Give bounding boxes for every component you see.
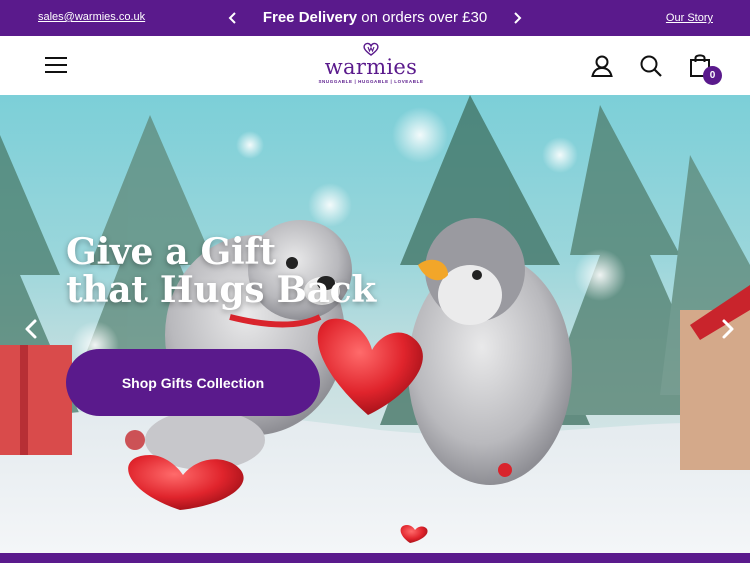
chevron-left-icon <box>25 319 37 339</box>
hero-background-image <box>0 95 750 553</box>
site-header: warmies SNUGGABLE | HUGGABLE | LOVEABLE <box>0 36 750 95</box>
logo-heart-icon <box>363 42 379 56</box>
user-icon <box>591 55 613 77</box>
promo-bold-text: Free Delivery <box>262 9 358 26</box>
chevron-right-icon <box>514 12 522 24</box>
shop-gifts-collection-button[interactable]: Shop Gifts Collection <box>66 349 320 416</box>
announcement-bar: sales@warmies.co.uk Free Delivery on ord… <box>0 0 750 36</box>
logo-tagline: SNUGGABLE | HUGGABLE | LOVEABLE <box>318 79 424 84</box>
search-button[interactable] <box>638 53 664 79</box>
cart-count-badge: 0 <box>703 66 722 85</box>
menu-button[interactable] <box>44 54 70 76</box>
search-icon <box>640 55 662 77</box>
bottom-strip <box>0 553 750 563</box>
our-story-link[interactable]: Our Story <box>666 12 713 24</box>
chevron-right-icon <box>722 319 734 339</box>
hamburger-menu-icon <box>45 57 67 73</box>
promo-rest-text: on orders over £30 <box>357 9 488 26</box>
announcement-message: Free Delivery on orders over £30 <box>250 9 500 27</box>
account-button[interactable] <box>589 53 615 79</box>
email-link[interactable]: sales@warmies.co.uk <box>38 11 145 23</box>
brand-logo[interactable]: warmies SNUGGABLE | HUGGABLE | LOVEABLE <box>316 42 426 90</box>
slideshow-prev-button[interactable] <box>21 317 41 341</box>
hero-headline-line-1: Give a Gift <box>66 231 276 273</box>
hero-banner: Give a Gift that Hugs Back Shop Gifts Co… <box>0 95 750 553</box>
chevron-left-icon <box>228 12 236 24</box>
announcement-prev-button[interactable] <box>224 9 242 27</box>
announcement-next-button[interactable] <box>508 9 526 27</box>
logo-wordmark: warmies <box>324 55 418 79</box>
hero-headline: Give a Gift that Hugs Back <box>66 233 376 309</box>
hero-headline-line-2: that Hugs Back <box>66 269 376 311</box>
slideshow-next-button[interactable] <box>718 317 738 341</box>
